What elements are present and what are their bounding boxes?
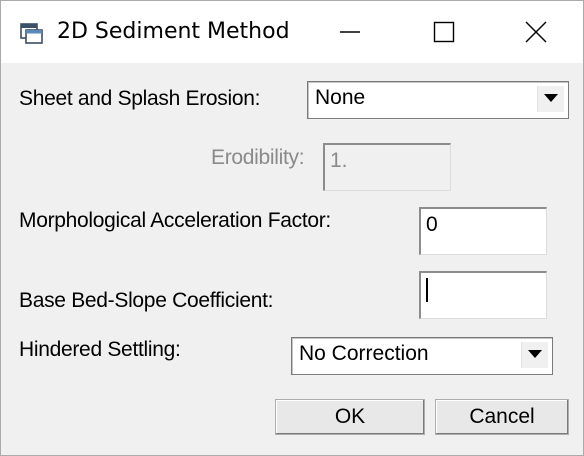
window-title: 2D Sediment Method xyxy=(57,19,290,44)
sheet-splash-value: None xyxy=(315,86,366,109)
dialog-window: 2D Sediment Method Sheet and Splash Eros… xyxy=(0,0,584,456)
morph-accel-field[interactable]: 0 xyxy=(419,207,547,255)
sheet-splash-label: Sheet and Splash Erosion: xyxy=(19,87,261,110)
bed-slope-label: Base Bed-Slope Coefficient: xyxy=(19,289,274,312)
title-bar[interactable]: 2D Sediment Method xyxy=(1,1,583,63)
erodibility-label: Erodibility: xyxy=(211,146,305,169)
sheet-splash-dropdown[interactable]: None xyxy=(307,81,569,119)
morph-accel-value: 0 xyxy=(426,213,438,236)
erodibility-value: 1. xyxy=(330,149,348,172)
close-button[interactable] xyxy=(489,1,583,63)
hindered-settling-label: Hindered Settling: xyxy=(19,338,181,361)
chevron-down-icon xyxy=(544,94,558,102)
minimize-icon xyxy=(340,31,360,33)
hindered-settling-dropdown[interactable]: No Correction xyxy=(291,337,553,375)
text-cursor xyxy=(426,278,428,302)
close-icon xyxy=(525,21,547,43)
chevron-down-icon xyxy=(528,350,542,358)
dialog-window-icon xyxy=(19,21,45,45)
ok-button-label: OK xyxy=(334,405,366,428)
dropdown-arrow[interactable] xyxy=(521,342,548,368)
maximize-icon xyxy=(433,21,455,43)
bed-slope-field[interactable] xyxy=(419,271,547,319)
maximize-button[interactable] xyxy=(397,1,491,63)
dropdown-arrow[interactable] xyxy=(537,86,564,112)
minimize-button[interactable] xyxy=(303,1,397,63)
cancel-button-label: Cancel xyxy=(469,405,535,428)
morph-accel-label: Morphological Acceleration Factor: xyxy=(19,209,331,232)
erodibility-field: 1. xyxy=(323,143,451,191)
ok-button[interactable]: OK xyxy=(275,399,425,435)
cancel-button[interactable]: Cancel xyxy=(435,399,569,435)
hindered-settling-value: No Correction xyxy=(299,342,429,365)
